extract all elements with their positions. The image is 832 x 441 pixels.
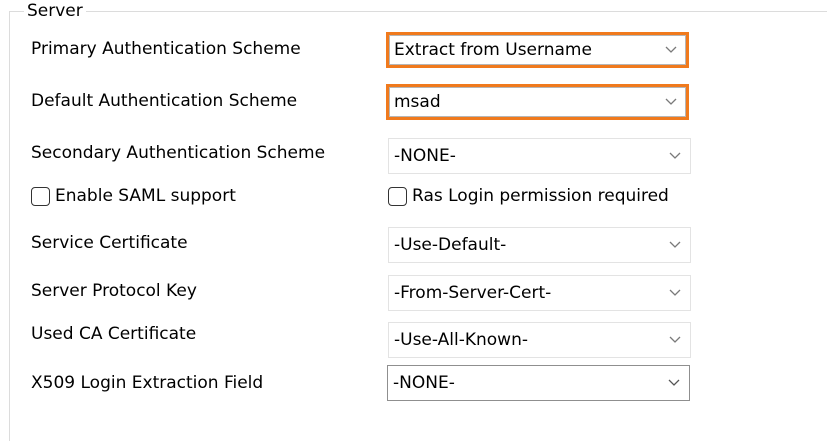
chevron-down-icon (669, 152, 681, 160)
enable-saml-label: Enable SAML support (55, 186, 236, 206)
service-cert-value: -Use-Default- (394, 235, 507, 255)
x509-login-field-select[interactable]: -NONE- (387, 365, 690, 401)
chevron-down-icon (669, 241, 681, 249)
used-ca-cert-select[interactable]: -Use-All-Known- (388, 322, 691, 358)
checkbox-box[interactable] (388, 186, 407, 206)
chevron-down-icon (669, 289, 681, 297)
primary-auth-select[interactable]: Extract from Username (386, 32, 689, 68)
primary-auth-value: Extract from Username (394, 40, 592, 60)
secondary-auth-value: -NONE- (394, 146, 456, 166)
server-protocol-key-select[interactable]: -From-Server-Cert- (388, 275, 691, 311)
service-cert-select[interactable]: -Use-Default- (388, 227, 691, 263)
chevron-down-icon (665, 98, 677, 106)
x509-login-field-label: X509 Login Extraction Field (31, 373, 264, 393)
ras-login-checkbox[interactable]: Ras Login permission required (388, 186, 669, 206)
ras-login-label: Ras Login permission required (412, 186, 669, 206)
checkbox-box[interactable] (31, 186, 50, 206)
server-protocol-key-value: -From-Server-Cert- (394, 283, 552, 303)
used-ca-cert-label: Used CA Certificate (31, 324, 197, 344)
default-auth-value: msad (394, 92, 441, 112)
chevron-down-icon (665, 46, 677, 54)
primary-auth-label: Primary Authentication Scheme (31, 39, 301, 59)
default-auth-label: Default Authentication Scheme (31, 91, 298, 111)
default-auth-select[interactable]: msad (386, 84, 689, 120)
server-group-title: Server (24, 1, 86, 21)
secondary-auth-select[interactable]: -NONE- (388, 138, 691, 174)
service-cert-label: Service Certificate (31, 233, 188, 253)
enable-saml-checkbox[interactable]: Enable SAML support (31, 186, 236, 206)
chevron-down-icon (669, 336, 681, 344)
used-ca-cert-value: -Use-All-Known- (394, 330, 528, 350)
chevron-down-icon (668, 379, 680, 387)
secondary-auth-label: Secondary Authentication Scheme (31, 143, 326, 163)
server-protocol-key-label: Server Protocol Key (31, 281, 197, 301)
x509-login-field-value: -NONE- (393, 373, 455, 393)
